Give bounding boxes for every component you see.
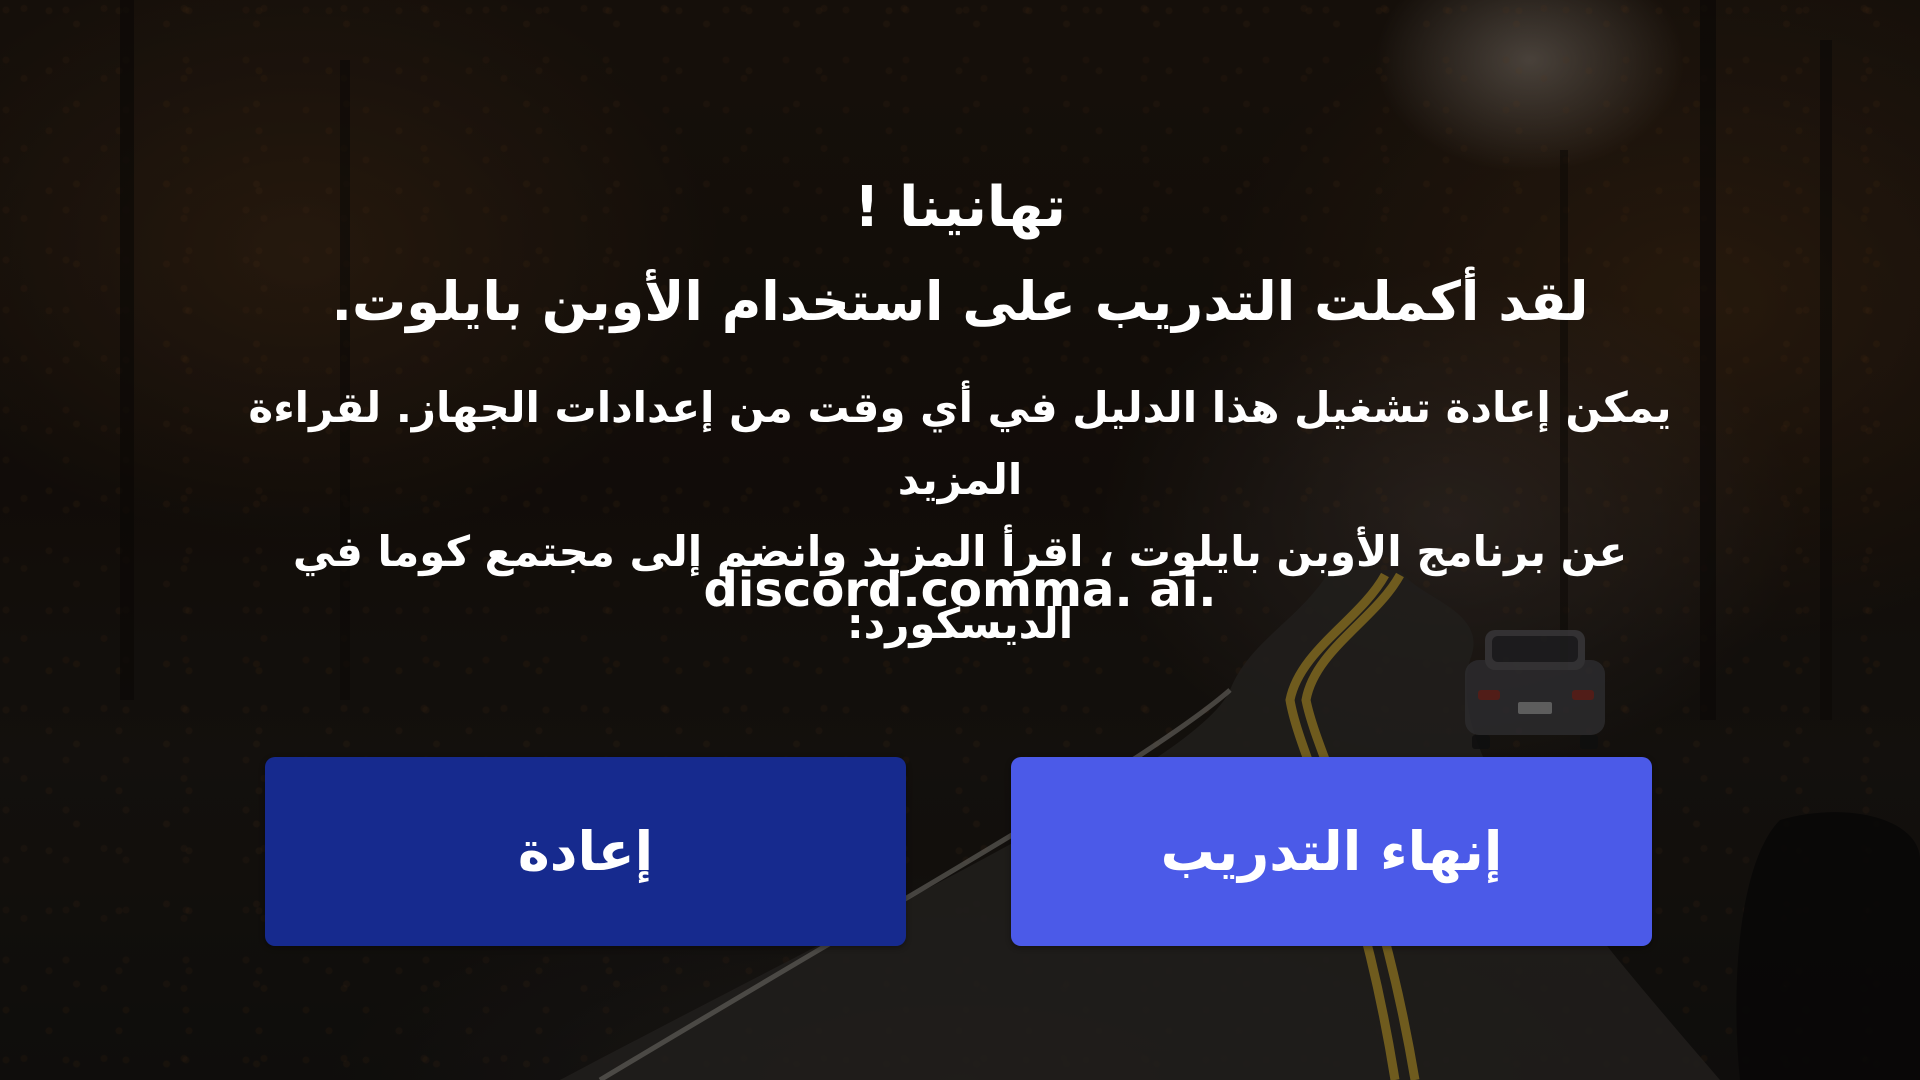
info-line-1: يمكن إعادة تشغيل هذا الدليل في أي وقت من… — [248, 383, 1672, 504]
discord-link: discord.comma. ai. — [703, 562, 1217, 618]
onboarding-complete-screen: تهانينا ! لقد أكملت التدريب على استخدام … — [0, 0, 1920, 1080]
finish-training-button-label: إنهاء التدريب — [1160, 820, 1503, 883]
restart-button-label: إعادة — [517, 820, 654, 883]
congratulations-title: تهانينا ! — [854, 175, 1066, 240]
completion-subtitle: لقد أكملت التدريب على استخدام الأوبن باي… — [331, 270, 1589, 333]
restart-button[interactable]: إعادة — [265, 757, 906, 946]
finish-training-button[interactable]: إنهاء التدريب — [1011, 757, 1652, 946]
